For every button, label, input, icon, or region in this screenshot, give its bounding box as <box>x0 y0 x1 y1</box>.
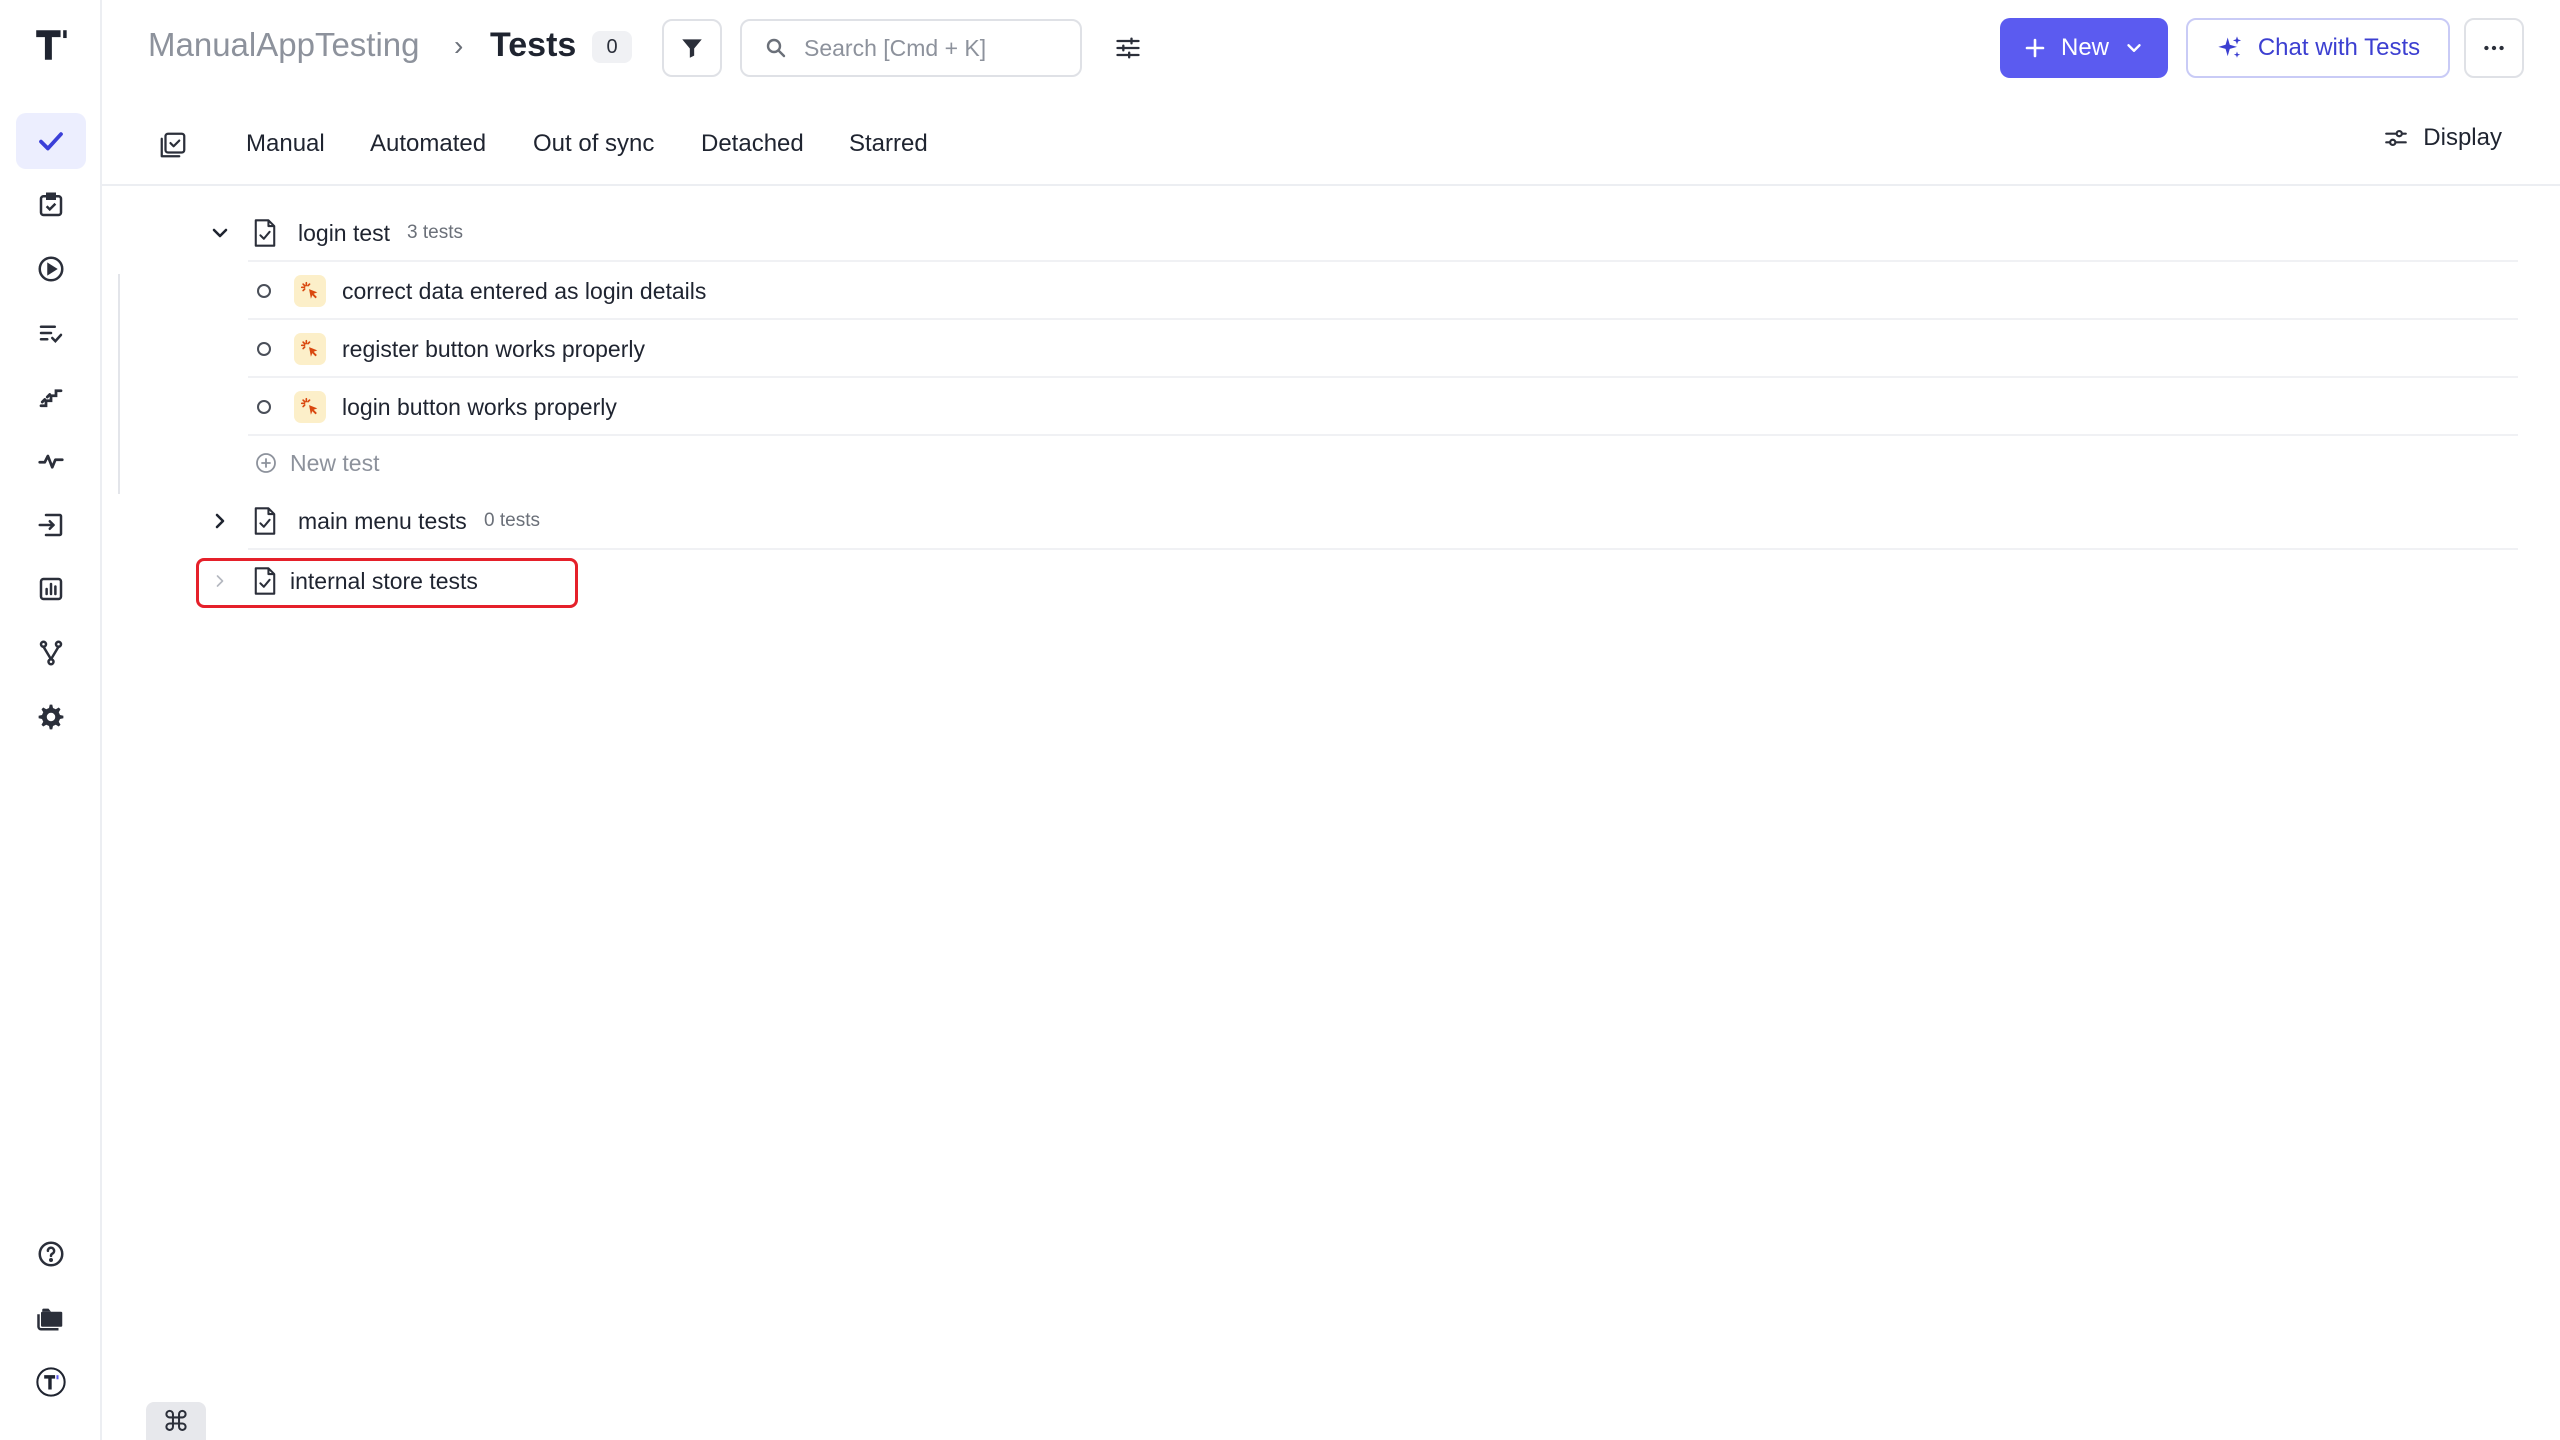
import-icon[interactable] <box>16 497 86 553</box>
manual-test-cursor-icon <box>294 333 326 365</box>
display-button-label: Display <box>2423 124 2502 151</box>
status-circle-icon <box>257 284 271 298</box>
new-button[interactable]: New <box>2000 18 2168 78</box>
tree-guide-line <box>118 274 120 494</box>
tests-check-icon[interactable] <box>16 113 86 169</box>
analytics-icon[interactable] <box>16 561 86 617</box>
status-circle-icon <box>257 400 271 414</box>
test-name[interactable]: correct data entered as login details <box>342 278 706 305</box>
tab-automated[interactable]: Automated <box>370 126 486 162</box>
select-all-icon[interactable] <box>158 130 188 160</box>
breadcrumb-separator: › <box>454 30 464 61</box>
display-button[interactable]: Display <box>2383 124 2502 152</box>
search-icon <box>766 38 786 58</box>
suite-row-login-test[interactable]: login test 3 tests <box>102 204 2560 262</box>
new-test-button[interactable]: New test <box>254 450 379 477</box>
chevron-down-icon <box>2127 44 2141 52</box>
runs-clipboard-icon[interactable] <box>16 177 86 233</box>
folder-icon[interactable] <box>16 1290 86 1346</box>
new-test-row[interactable]: New test <box>102 434 2560 492</box>
tab-manual[interactable]: Manual <box>246 126 325 162</box>
sliders-icon <box>1116 37 1140 59</box>
test-name[interactable]: register button works properly <box>342 336 645 363</box>
suite-row-main-menu-tests[interactable]: main menu tests 0 tests <box>102 492 2560 550</box>
tab-starred[interactable]: Starred <box>849 126 928 162</box>
search-box[interactable] <box>740 19 1082 77</box>
new-test-label: New test <box>290 449 380 476</box>
filter-tabs: Manual Automated Out of sync Detached St… <box>102 110 2560 186</box>
filter-button[interactable] <box>662 19 722 77</box>
new-button-label: New <box>2060 34 2109 61</box>
view-settings-button[interactable] <box>1108 28 1148 68</box>
suite-test-count: 3 tests <box>407 222 463 243</box>
command-key-icon: ⌘ <box>162 1405 190 1437</box>
search-input[interactable] <box>804 34 1064 62</box>
sparkles-icon <box>2218 36 2241 58</box>
ellipsis-icon <box>2484 45 2504 51</box>
chevron-down-icon[interactable] <box>208 221 232 245</box>
testomat-logo-icon[interactable] <box>28 22 74 68</box>
settings-gear-icon[interactable] <box>16 689 86 745</box>
display-settings-icon <box>2385 129 2408 147</box>
steps-icon[interactable] <box>16 369 86 425</box>
tab-detached[interactable]: Detached <box>701 126 804 162</box>
tab-out-of-sync[interactable]: Out of sync <box>533 126 654 162</box>
test-row[interactable]: correct data entered as login details <box>102 262 2560 320</box>
more-options-button[interactable] <box>2464 18 2524 78</box>
tests-count-badge: 0 <box>592 31 632 63</box>
chevron-right-icon[interactable] <box>208 509 232 533</box>
test-name[interactable]: login button works properly <box>342 394 617 421</box>
profile-logo-icon[interactable] <box>16 1354 86 1410</box>
branches-icon[interactable] <box>16 625 86 681</box>
suite-test-count: 0 tests <box>484 510 540 531</box>
manual-test-cursor-icon <box>294 275 326 307</box>
chat-with-tests-button[interactable]: Chat with Tests <box>2186 18 2450 78</box>
suite-name[interactable]: login test <box>298 220 390 247</box>
funnel-icon <box>682 39 702 58</box>
plus-icon <box>2025 38 2045 58</box>
highlight-annotation <box>196 558 578 608</box>
manual-test-cursor-icon <box>294 391 326 423</box>
suite-document-icon <box>254 219 276 247</box>
status-circle-icon <box>257 342 271 356</box>
checklist-icon[interactable] <box>16 305 86 361</box>
suite-name[interactable]: main menu tests <box>298 508 467 535</box>
test-row[interactable]: register button works properly <box>102 320 2560 378</box>
suite-document-icon <box>254 507 276 535</box>
help-icon[interactable] <box>16 1226 86 1282</box>
test-row[interactable]: login button works properly <box>102 378 2560 436</box>
play-circle-icon[interactable] <box>16 241 86 297</box>
pulse-icon[interactable] <box>16 433 86 489</box>
command-palette-button[interactable]: ⌘ <box>146 1402 206 1440</box>
top-header: ManualAppTesting › Tests 0 New Chat with… <box>102 0 2560 96</box>
plus-circle-icon <box>256 453 276 473</box>
breadcrumb-project[interactable]: ManualAppTesting <box>148 26 420 64</box>
chat-button-label: Chat with Tests <box>2257 34 2421 61</box>
page-title: Tests <box>490 26 577 64</box>
sidebar <box>0 0 102 1440</box>
